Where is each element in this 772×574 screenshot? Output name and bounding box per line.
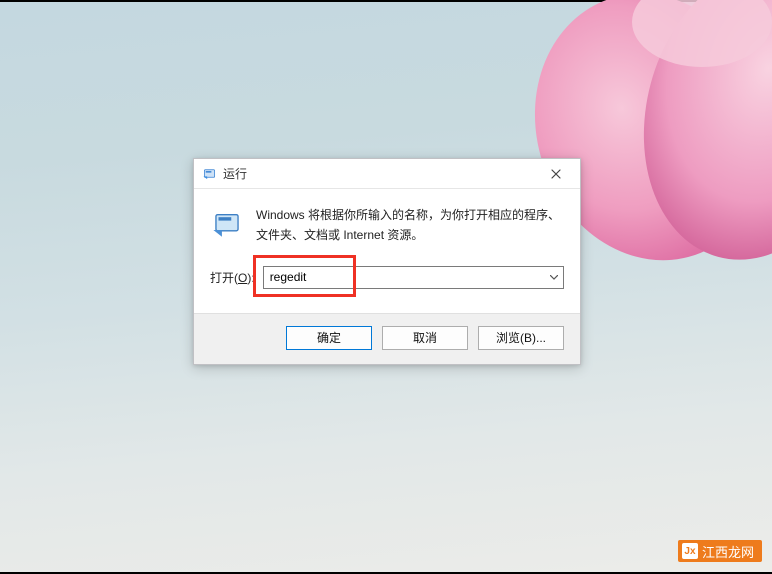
dialog-footer: 确定 取消 浏览(B)... xyxy=(194,313,580,364)
dialog-description: Windows 将根据你所输入的名称，为你打开相应的程序、文件夹、文档或 Int… xyxy=(256,205,564,246)
open-combobox[interactable] xyxy=(263,266,564,289)
titlebar: 运行 xyxy=(194,159,580,189)
watermark: Jx 江西龙网 xyxy=(678,540,762,562)
close-icon xyxy=(551,169,561,179)
watermark-text: 江西龙网 xyxy=(702,542,754,561)
close-button[interactable] xyxy=(538,162,574,186)
run-big-icon xyxy=(210,207,244,241)
cancel-button[interactable]: 取消 xyxy=(382,326,468,350)
run-icon xyxy=(202,166,217,181)
desktop-background: 运行 Windows 将根据你所输入的名称，为你打开相应的程序、文件夹、文档或 … xyxy=(0,0,772,574)
ok-button[interactable]: 确定 xyxy=(286,326,372,350)
watermark-logo: Jx xyxy=(682,543,698,559)
open-input[interactable] xyxy=(263,266,564,289)
run-dialog: 运行 Windows 将根据你所输入的名称，为你打开相应的程序、文件夹、文档或 … xyxy=(193,158,581,365)
dialog-title: 运行 xyxy=(223,165,247,182)
dialog-body: Windows 将根据你所输入的名称，为你打开相应的程序、文件夹、文档或 Int… xyxy=(194,189,580,313)
open-label: 打开(O): xyxy=(210,269,255,286)
browse-button[interactable]: 浏览(B)... xyxy=(478,326,564,350)
